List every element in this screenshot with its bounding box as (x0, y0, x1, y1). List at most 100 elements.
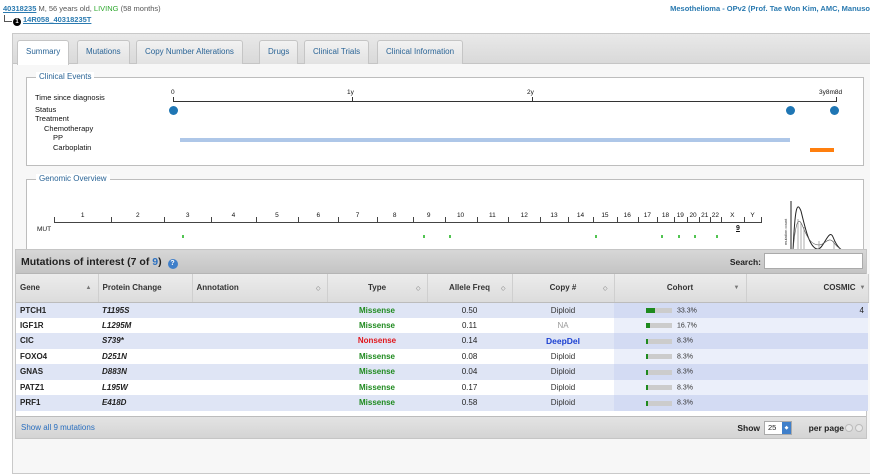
cohort-cell[interactable]: 8.3% (614, 348, 746, 364)
moi-title: Mutations of interest (7 of 9) ? (21, 256, 178, 269)
timeline-tick-1y: 1y (347, 89, 354, 96)
col-header-protein-change[interactable]: Protein Change (98, 274, 193, 303)
cohort-bar (646, 385, 672, 391)
annotation-cell (192, 348, 327, 364)
cosmic-cell[interactable] (746, 317, 868, 333)
allele-freq-cell: 0.08 (427, 348, 512, 364)
cohort-percent: 16.7% (677, 322, 697, 330)
mutation-mark[interactable] (595, 235, 597, 238)
sort-desc-icon: ▼ (859, 285, 866, 291)
patient-summary: M, 56 years old, (38, 4, 92, 13)
mutations-of-interest-panel: Mutations of interest (7 of 9) ? Search:… (15, 249, 869, 439)
mutation-mark[interactable] (694, 235, 696, 238)
moi-title-prefix: Mutations of interest (7 of (21, 256, 153, 268)
gene-cell[interactable]: IGF1R (16, 317, 98, 333)
tab-clinical-information[interactable]: Clinical Information (377, 40, 464, 64)
copy-number-cell: Diploid (512, 348, 614, 364)
status-event-dot[interactable] (830, 106, 839, 115)
mutation-count-link[interactable]: 9 (736, 225, 740, 232)
tab-clinical-trials[interactable]: Clinical Trials (304, 40, 370, 64)
cosmic-cell[interactable] (746, 364, 868, 380)
col-header-annotation[interactable]: Annotation ◇ (192, 274, 328, 303)
chromosome-label: 9 (426, 212, 431, 219)
timeline-tick-0: 0 (171, 89, 175, 96)
cohort-percent: 33.3% (677, 306, 697, 314)
col-header-type[interactable]: Type ◇ (327, 274, 428, 303)
cosmic-cell[interactable] (746, 395, 868, 411)
mutation-mark[interactable] (423, 235, 425, 238)
show-all-mutations-link[interactable]: Show all 9 mutations (21, 423, 95, 432)
gene-cell[interactable]: GNAS (16, 364, 98, 380)
mutation-mark[interactable] (678, 235, 680, 238)
mutation-mark[interactable] (449, 235, 451, 238)
table-row[interactable]: CIC S739* Nonsense 0.14 DeepDel 8.3% (16, 333, 868, 349)
annotation-cell (192, 395, 327, 411)
table-row[interactable]: IGF1R L1295M Missense 0.11 NA 16.7% (16, 317, 868, 333)
cosmic-cell[interactable] (746, 379, 868, 395)
copy-number-cell: Diploid (512, 379, 614, 395)
cohort-bar-fill (646, 400, 649, 406)
chromosome-separator (761, 217, 762, 223)
cohort-cell[interactable]: 8.3% (614, 395, 746, 411)
mutation-mark[interactable] (716, 235, 718, 238)
chromosome-label: 4 (231, 212, 236, 219)
table-row[interactable]: GNAS D883N Missense 0.04 Diploid 8.3% (16, 364, 868, 380)
cohort-cell[interactable]: 8.3% (614, 333, 746, 349)
timeline-tickmark (532, 97, 533, 102)
allele-freq-cell: 0.50 (427, 302, 512, 318)
previous-page-icon[interactable] (845, 424, 853, 432)
study-title-link[interactable]: Mesothelioma - OPv2 (Prof. Tae Won Kim, … (670, 4, 870, 13)
copy-number-cell: NA (512, 317, 614, 333)
chromosome-label: 13 (550, 212, 558, 219)
col-header-copy[interactable]: Copy # ◇ (512, 274, 615, 303)
mutations-table: Gene ▲ Protein Change Annotation ◇ Type ◇ A… (16, 274, 869, 411)
cohort-cell[interactable]: 8.3% (614, 364, 746, 380)
protein-change-cell: D251N (98, 348, 192, 364)
col-header-allele-freq[interactable]: Allele Freq ◇ (427, 274, 513, 303)
status-event-dot[interactable] (786, 106, 795, 115)
cohort-bar-fill (646, 369, 649, 375)
patient-months: (58 months) (120, 4, 161, 13)
cosmic-cell[interactable]: 4 (746, 302, 868, 318)
tab-mutations[interactable]: Mutations (77, 40, 130, 64)
gene-cell[interactable]: FOXO4 (16, 348, 98, 364)
next-page-icon[interactable] (855, 424, 863, 432)
tab-summary[interactable]: Summary (17, 40, 70, 65)
allele-freq-cell: 0.11 (427, 317, 512, 333)
col-header-cohort[interactable]: Cohort ▼ (614, 274, 747, 303)
gene-cell[interactable]: PRF1 (16, 395, 98, 411)
pp-treatment-bar[interactable] (180, 138, 790, 142)
mutations-table-body: PTCH1 T1195S Missense 0.50 Diploid 33.3% 4 IGF1… (16, 302, 868, 411)
per-page-select[interactable]: 25 ◆ (764, 421, 792, 435)
col-header-cosmic[interactable]: COSMIC ▼ (746, 274, 869, 303)
mutation-mark[interactable] (182, 235, 184, 238)
cohort-cell[interactable]: 16.7% (614, 317, 746, 333)
chromosome-label: 10 (456, 212, 465, 219)
search-input[interactable] (764, 253, 863, 269)
cosmic-cell[interactable] (746, 348, 868, 364)
cohort-cell[interactable]: 33.3% (614, 302, 746, 318)
carboplatin-treatment-bar[interactable] (810, 148, 834, 152)
table-row[interactable]: PTCH1 T1195S Missense 0.50 Diploid 33.3% 4 (16, 302, 868, 318)
table-row[interactable]: PATZ1 L195W Missense 0.17 Diploid 8.3% (16, 379, 868, 395)
timeline-tick-end: 3y8m8d (819, 89, 843, 96)
mutation-mark[interactable] (661, 235, 663, 238)
cosmic-cell[interactable] (746, 333, 868, 349)
clinical-events-legend: Clinical Events (36, 72, 95, 81)
table-row[interactable]: PRF1 E418D Missense 0.58 Diploid 8.3% (16, 395, 868, 411)
sample-number-badge: 1 (13, 18, 21, 26)
cohort-cell[interactable]: 8.3% (614, 379, 746, 395)
table-row[interactable]: FOXO4 D251N Missense 0.08 Diploid 8.3% (16, 348, 868, 364)
copy-number-cell: Diploid (512, 302, 614, 318)
question-circle-icon[interactable]: ? (167, 259, 178, 269)
status-event-dot[interactable] (169, 106, 178, 115)
tab-drugs[interactable]: Drugs (259, 40, 299, 64)
chromosome-label: 1 (80, 212, 85, 219)
col-header-gene[interactable]: Gene ▲ (16, 274, 99, 303)
gene-cell[interactable]: CIC (16, 333, 98, 349)
gene-cell[interactable]: PATZ1 (16, 379, 98, 395)
sample-id-link[interactable]: 14R058_40318235T (23, 15, 91, 24)
tab-copy-number-alterations[interactable]: Copy Number Alterations (136, 40, 243, 64)
patient-id-link[interactable]: 40318235 (3, 4, 36, 13)
gene-cell[interactable]: PTCH1 (16, 302, 98, 318)
